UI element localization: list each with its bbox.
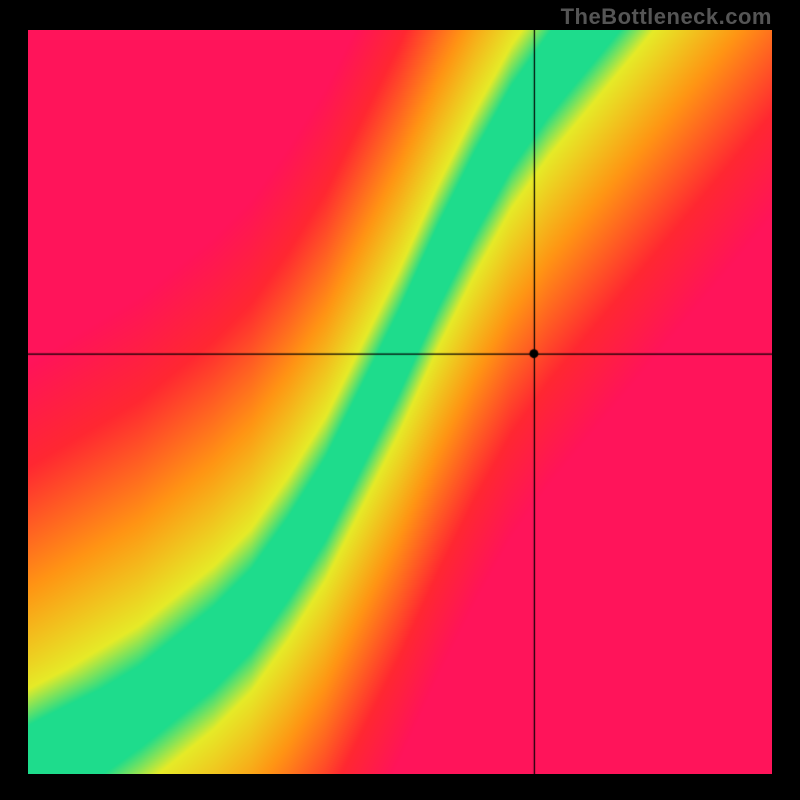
heatmap-canvas (28, 30, 772, 774)
watermark-text: TheBottleneck.com (561, 4, 772, 30)
heatmap-plot (28, 30, 772, 774)
